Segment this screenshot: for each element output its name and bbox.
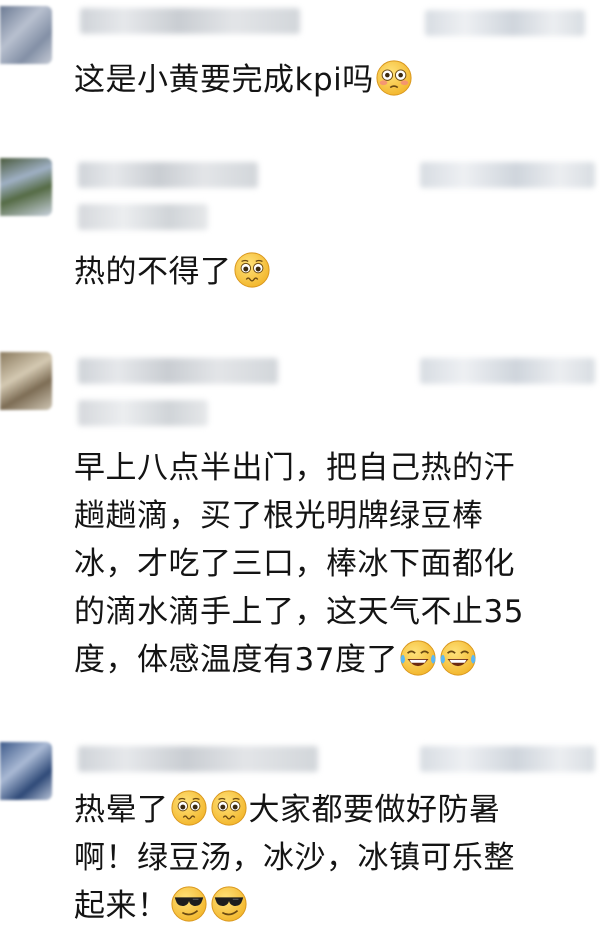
comment-line: 度，体感温度有37度了	[74, 636, 600, 684]
user-tag-blurred[interactable]	[78, 400, 208, 426]
avatar[interactable]	[0, 6, 52, 64]
pleading-face-icon	[233, 251, 271, 289]
comment-line: 的滴水滴手上了，这天气不止35	[74, 594, 524, 630]
username-blurred[interactable]	[80, 8, 300, 34]
comment-line: 趟趟滴，买了根光明牌绿豆棒	[74, 498, 484, 534]
comment-line-text: 大家都要做好防暑	[248, 792, 501, 828]
like-reply-blurred[interactable]	[420, 358, 595, 384]
comment-content: 热的不得了	[74, 254, 232, 290]
like-reply-blurred[interactable]	[420, 162, 595, 188]
comment-line-text: 热晕了	[74, 792, 169, 828]
comment-line: 起来！	[74, 882, 600, 930]
comment-line: 热晕了 大家都要做好防暑	[74, 786, 600, 834]
comment-item: 热晕了 大家都要做好防暑 啊！绿豆汤，冰沙，冰镇可乐整 起来！	[0, 738, 600, 931]
username-blurred[interactable]	[78, 746, 318, 772]
comment-text: 早上八点半出门，把自己热的汗 趟趟滴，买了根光明牌绿豆棒 冰，才吃了三口，棒冰下…	[74, 444, 600, 684]
comment-line: 啊！绿豆汤，冰沙，冰镇可乐整	[74, 840, 515, 876]
like-reply-blurred[interactable]	[425, 10, 585, 36]
pleading-face-icon	[210, 789, 248, 827]
comment-line-text: 度，体感温度有37度了	[74, 642, 398, 678]
comment-item: 热的不得了	[0, 152, 600, 302]
comment-line-text: 起来！	[74, 888, 169, 924]
user-tag-blurred[interactable]	[78, 204, 208, 230]
tears-of-joy-icon	[439, 639, 477, 677]
username-blurred[interactable]	[78, 162, 258, 188]
comment-text: 热晕了 大家都要做好防暑 啊！绿豆汤，冰沙，冰镇可乐整 起来！	[74, 786, 600, 930]
comment-text: 热的不得了	[74, 248, 600, 296]
comment-content: 这是小黄要完成kpi吗	[74, 62, 374, 98]
sunglasses-face-icon	[210, 885, 248, 923]
avatar[interactable]	[0, 352, 52, 410]
avatar[interactable]	[0, 742, 52, 800]
avatar[interactable]	[0, 158, 52, 216]
pleading-face-icon	[170, 789, 208, 827]
comment-item: 早上八点半出门，把自己热的汗 趟趟滴，买了根光明牌绿豆棒 冰，才吃了三口，棒冰下…	[0, 348, 600, 698]
comment-item: 这是小黄要完成kpi吗	[0, 0, 600, 120]
username-blurred[interactable]	[78, 358, 278, 384]
comment-text: 这是小黄要完成kpi吗	[74, 56, 600, 104]
comment-line: 早上八点半出门，把自己热的汗	[74, 450, 515, 486]
like-reply-blurred[interactable]	[420, 746, 595, 772]
flushed-face-icon	[375, 59, 413, 97]
sunglasses-face-icon	[170, 885, 208, 923]
comment-line: 冰，才吃了三口，棒冰下面都化	[74, 546, 515, 582]
tears-of-joy-icon	[399, 639, 437, 677]
